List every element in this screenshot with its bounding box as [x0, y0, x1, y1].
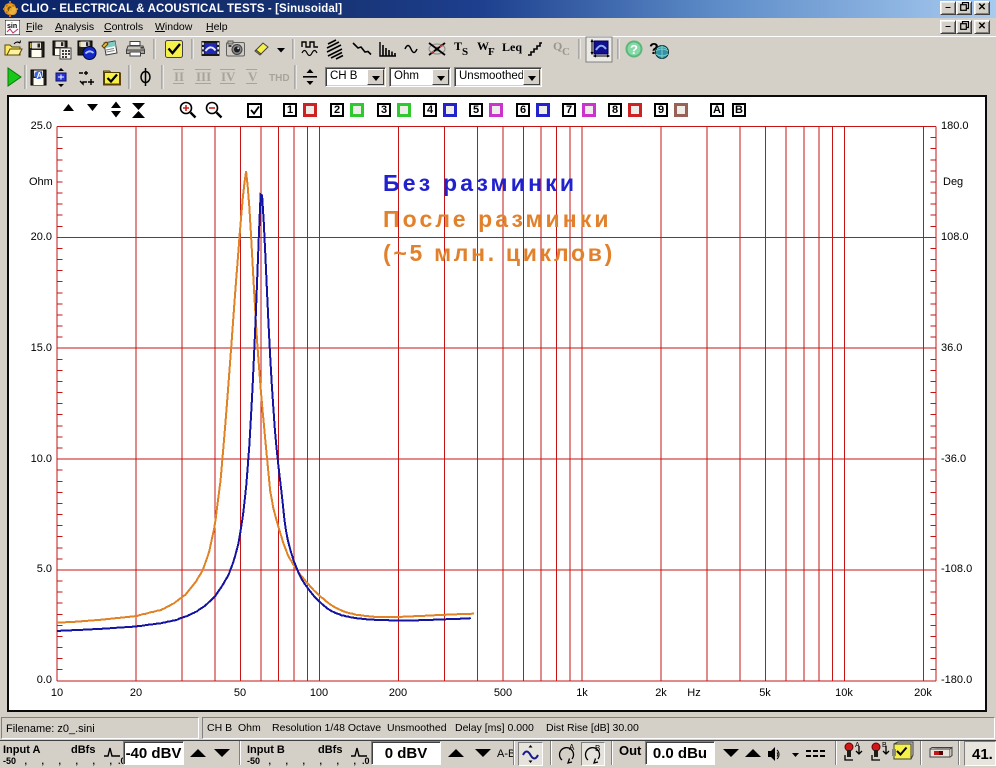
svg-text:B: B [595, 744, 600, 753]
svg-text:A: A [569, 743, 575, 752]
svg-text:A: A [855, 742, 860, 749]
svg-text:B: B [882, 742, 887, 749]
